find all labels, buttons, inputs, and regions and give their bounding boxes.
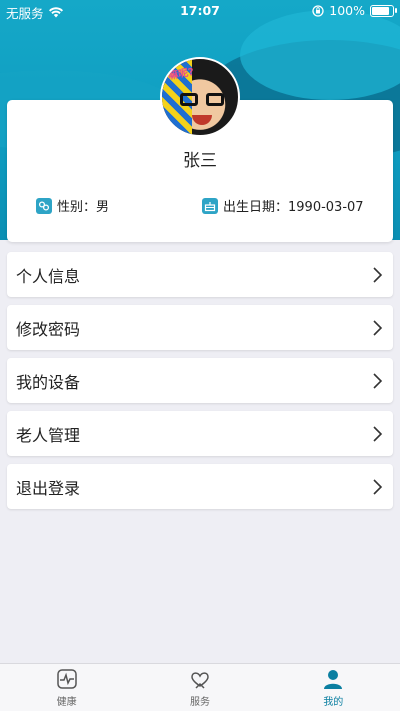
battery-icon xyxy=(370,4,397,17)
tab-label: 我的 xyxy=(323,697,344,708)
user-name: 张三 xyxy=(183,151,217,171)
menu-item-label: 老人管理 xyxy=(16,425,81,445)
battery-fill xyxy=(372,6,389,15)
orientation-lock-icon xyxy=(312,4,324,17)
menu-item-logout[interactable]: 退出登录 xyxy=(7,464,393,509)
avatar[interactable]: 嘛呢? xyxy=(160,57,240,137)
avatar-mouth xyxy=(192,115,212,125)
birthday-text: 出生日期：1990-03-07 xyxy=(223,200,364,215)
status-bar: 无服务 17:07 100% xyxy=(0,0,400,22)
menu-item-label: 个人信息 xyxy=(16,266,81,286)
birthday-info: 出生日期：1990-03-07 xyxy=(202,196,364,215)
tab-bar: 健康 服务 我的 xyxy=(0,663,400,711)
chevron-right-icon xyxy=(373,425,383,442)
tab-label: 服务 xyxy=(189,697,210,708)
profile-icon xyxy=(324,670,343,689)
menu-item-change-password[interactable]: 修改密码 xyxy=(7,305,393,350)
chevron-right-icon xyxy=(373,372,383,389)
gender-text: 性别：男 xyxy=(57,200,110,215)
menu-item-my-devices[interactable]: 我的设备 xyxy=(7,358,393,403)
tab-label: 健康 xyxy=(56,697,77,708)
menu-item-label: 退出登录 xyxy=(16,478,81,498)
tab-service[interactable]: 服务 xyxy=(133,664,266,711)
tab-profile[interactable]: 我的 xyxy=(267,664,400,711)
gender-info: 性别：男 xyxy=(36,196,109,215)
chevron-right-icon xyxy=(373,319,383,336)
tab-health[interactable]: 健康 xyxy=(0,664,133,711)
gender-icon xyxy=(36,197,52,214)
birthday-cake-icon xyxy=(202,197,218,214)
menu-item-personal-info[interactable]: 个人信息 xyxy=(7,252,393,297)
menu-item-label: 我的设备 xyxy=(16,372,81,392)
chevron-right-icon xyxy=(373,266,383,283)
battery-percent: 100% xyxy=(329,3,365,18)
health-icon xyxy=(56,669,77,689)
menu-item-label: 修改密码 xyxy=(16,319,81,339)
avatar-glasses xyxy=(180,93,224,107)
chevron-right-icon xyxy=(373,478,383,495)
service-icon xyxy=(191,672,209,689)
menu-item-elderly-management[interactable]: 老人管理 xyxy=(7,411,393,456)
